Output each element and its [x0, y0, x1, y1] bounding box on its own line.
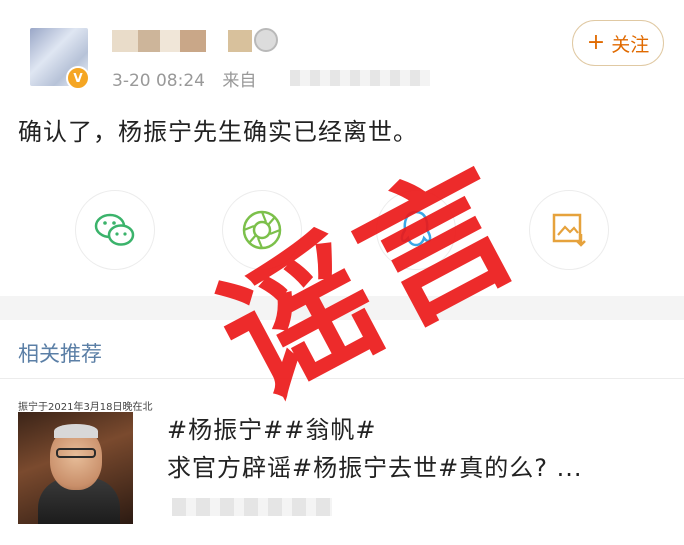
- follow-button[interactable]: + 关注: [572, 20, 664, 66]
- related-divider: [0, 378, 684, 379]
- save-image-icon: [552, 213, 586, 247]
- thumb-figure-hair: [54, 424, 98, 438]
- related-item-text[interactable]: 求官方辟谣#杨振宁去世#真的么? ...: [167, 448, 582, 483]
- thumb-caption: 振宁于2021年3月18日晚在北: [18, 402, 153, 413]
- author-name-redacted[interactable]: [112, 30, 252, 52]
- plus-icon: +: [586, 30, 606, 55]
- thumb-figure-glasses: [56, 448, 96, 458]
- share-wechat-button[interactable]: [75, 190, 155, 270]
- moments-icon: [242, 210, 282, 250]
- related-title: 相关推荐: [18, 342, 102, 366]
- share-save-image-button[interactable]: [529, 190, 609, 270]
- share-qq-button[interactable]: [376, 190, 456, 270]
- post-time: 3-20 08:24: [112, 71, 205, 91]
- section-divider: [0, 296, 684, 320]
- share-moments-button[interactable]: [222, 190, 302, 270]
- post-source-label: 来自: [222, 71, 257, 91]
- medal-icon: [254, 28, 278, 52]
- related-header: [0, 320, 684, 380]
- related-item-meta-redacted: [172, 498, 332, 516]
- wechat-icon: [94, 213, 135, 246]
- post-meta: 3-20 08:24 来自: [112, 66, 256, 91]
- post-text: 确认了，杨振宁先生确实已经离世。: [18, 118, 418, 146]
- qq-icon: [400, 210, 432, 247]
- follow-label: 关注: [611, 33, 650, 56]
- verified-badge: V: [66, 66, 90, 90]
- post-source-redacted: [290, 70, 430, 86]
- related-item-tags[interactable]: #杨振宁##翁帆#: [167, 410, 376, 445]
